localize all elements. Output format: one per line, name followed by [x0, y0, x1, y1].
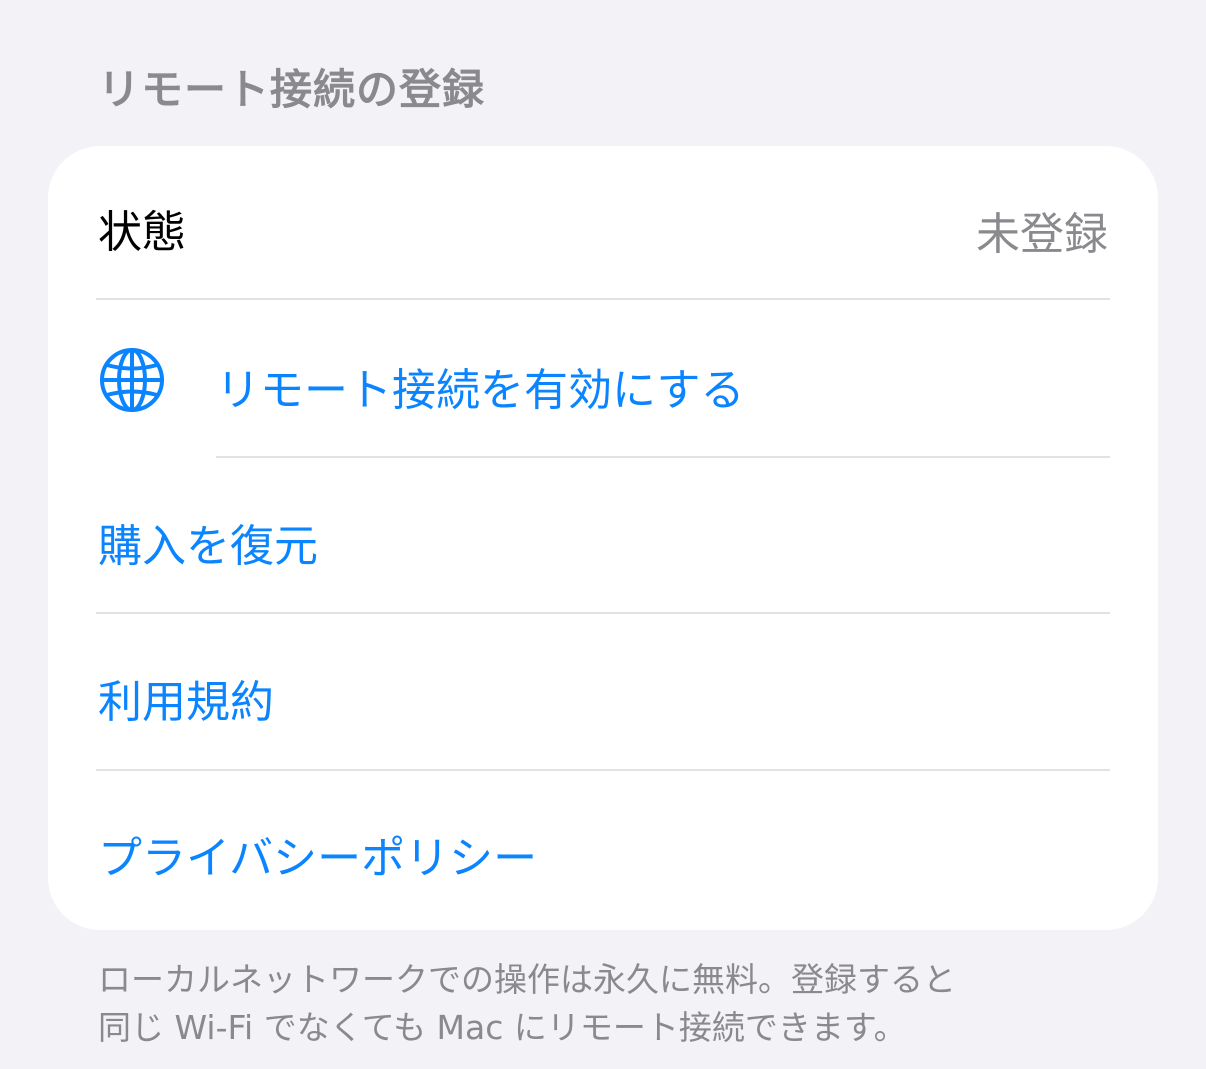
enable-remote-connection-button[interactable]: リモート接続を有効にする	[48, 302, 1158, 458]
privacy-policy-label: プライバシーポリシー	[98, 833, 538, 884]
terms-of-use-link[interactable]: 利用規約	[48, 614, 1158, 770]
restore-purchases-label: 購入を復元	[98, 521, 318, 572]
globe-icon	[100, 348, 164, 412]
status-label: 状態	[98, 207, 186, 258]
status-row: 状態 未登録	[48, 146, 1158, 300]
footer-line-1: ローカルネットワークでの操作は永久に無料。登録すると	[98, 960, 956, 999]
status-value: 未登録	[976, 209, 1108, 260]
footer-note: ローカルネットワークでの操作は永久に無料。登録すると 同じ Wi-Fi でなくて…	[98, 956, 1098, 1052]
section-title: リモート接続の登録	[98, 65, 486, 114]
restore-purchases-button[interactable]: 購入を復元	[48, 458, 1158, 614]
divider	[96, 298, 1110, 300]
footer-line-2: 同じ Wi-Fi でなくても Mac にリモート接続できます。	[98, 1008, 907, 1047]
privacy-policy-link[interactable]: プライバシーポリシー	[48, 770, 1158, 930]
remote-settings-card: 状態 未登録 リモート接続を有効にする 購入を復元 利用規約 プライバシーポリシ…	[48, 146, 1158, 930]
enable-remote-connection-label: リモート接続を有効にする	[216, 365, 745, 416]
terms-of-use-label: 利用規約	[98, 677, 274, 728]
